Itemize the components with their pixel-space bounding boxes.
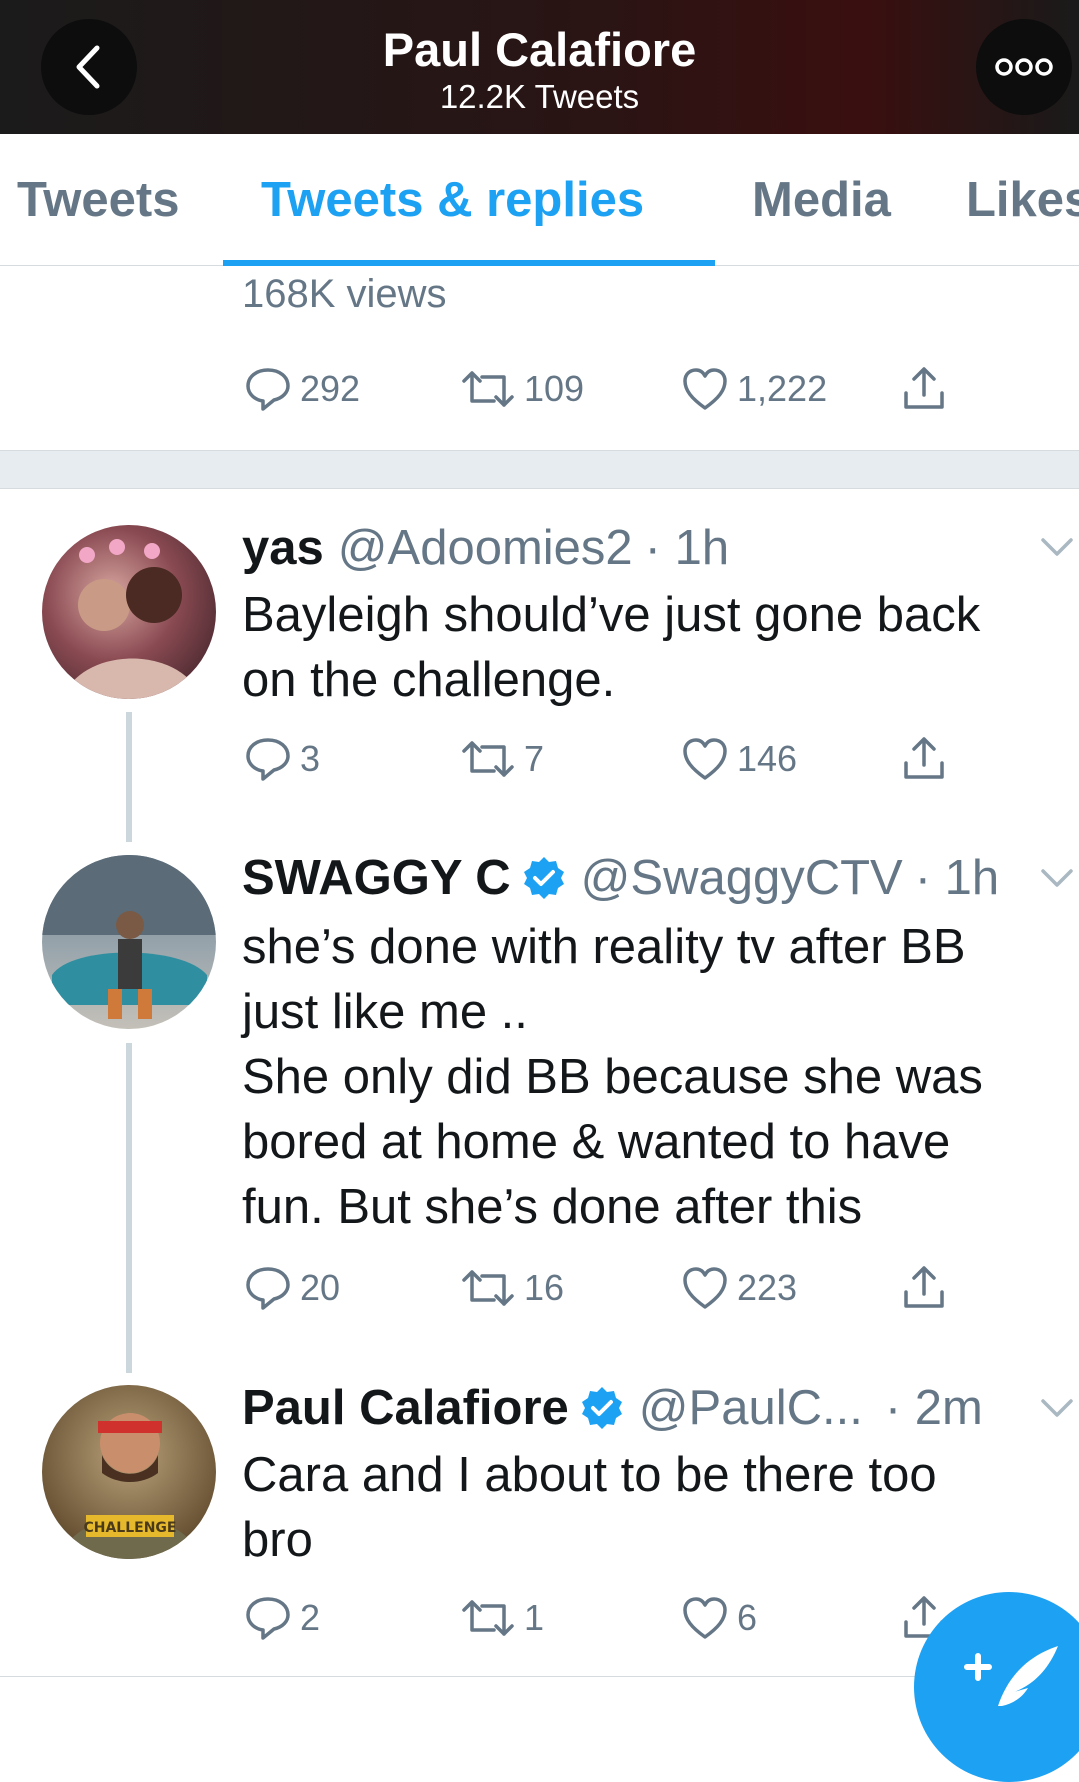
retweet-count: 7 bbox=[524, 738, 545, 779]
profile-photo-icon: CHALLENGE bbox=[62, 1413, 198, 1559]
author-name[interactable]: SWAGGY C bbox=[242, 850, 511, 906]
retweet-count: 16 bbox=[524, 1267, 565, 1308]
like-button[interactable]: 146 bbox=[681, 735, 797, 783]
heart-icon bbox=[683, 738, 727, 780]
tweet-text: Bayleigh should’ve just gone back on the… bbox=[242, 583, 1062, 713]
reply-button[interactable]: 292 bbox=[244, 365, 360, 413]
like-count: 1,222 bbox=[737, 368, 828, 409]
like-count: 6 bbox=[737, 1597, 758, 1638]
retweet-icon bbox=[462, 1600, 514, 1636]
heart-icon bbox=[683, 1267, 727, 1309]
tweet-line: She only did BB because she was bbox=[242, 1050, 983, 1104]
reply-count: 2 bbox=[300, 1597, 321, 1638]
tweet-header: SWAGGY C @SwaggyCTV · 1h bbox=[242, 850, 999, 906]
reply-button[interactable]: 2 bbox=[244, 1594, 320, 1642]
author-name[interactable]: yas bbox=[242, 520, 324, 576]
tweet-line: bored at home & wanted to have bbox=[242, 1115, 951, 1169]
tweet-time: · 1h bbox=[914, 851, 1000, 905]
chevron-down-icon[interactable] bbox=[1040, 1396, 1074, 1420]
tweet-header: yas @Adoomies2 · 1h bbox=[242, 520, 729, 576]
tab-media[interactable]: Media bbox=[752, 172, 891, 228]
view-count: 168K views bbox=[242, 272, 447, 316]
avatar[interactable]: CHALLENGE bbox=[42, 1385, 216, 1559]
reply-icon bbox=[246, 738, 290, 781]
tweet-line: bro bbox=[242, 1513, 313, 1567]
tweet-time: · 2m bbox=[884, 1381, 983, 1435]
retweet-icon bbox=[462, 741, 514, 777]
profile-name-title: Paul Calafiore bbox=[382, 23, 697, 76]
profile-header: Paul Calafiore 12.2K Tweets bbox=[0, 0, 1079, 134]
shirt-text: CHALLENGE bbox=[83, 1520, 176, 1536]
tab-likes[interactable]: Likes bbox=[966, 172, 1079, 228]
tweet-actions: 292 109 1,222 bbox=[0, 365, 1079, 425]
tweet-header: Paul Calafiore @PaulC... · 2m bbox=[242, 1380, 983, 1436]
tweet-time: · 1h bbox=[644, 521, 730, 575]
reply-button[interactable]: 3 bbox=[244, 735, 320, 783]
profile-tabs: Tweets Tweets & replies Media Likes bbox=[0, 134, 1079, 266]
share-button[interactable] bbox=[900, 1264, 948, 1312]
author-name[interactable]: Paul Calafiore bbox=[242, 1380, 569, 1436]
retweet-count: 109 bbox=[524, 368, 585, 409]
tweet-line: on the challenge. bbox=[242, 653, 616, 707]
author-handle[interactable]: @SwaggyCTV bbox=[581, 850, 903, 906]
tweet-actions: 3 7 146 bbox=[0, 735, 1079, 795]
profile-photo-icon bbox=[62, 539, 202, 699]
like-count: 146 bbox=[737, 738, 798, 779]
reply-icon bbox=[246, 1267, 290, 1310]
tweet-line: fun. But she’s done after this bbox=[242, 1180, 863, 1234]
tab-tweets-and-replies[interactable]: Tweets & replies bbox=[261, 172, 644, 228]
retweet-icon bbox=[462, 371, 514, 407]
like-button[interactable]: 6 bbox=[681, 1594, 757, 1642]
share-icon bbox=[904, 1266, 944, 1308]
verified-badge-icon bbox=[523, 857, 564, 899]
reply-button[interactable]: 20 bbox=[244, 1264, 340, 1312]
verified-badge-icon bbox=[581, 1387, 622, 1429]
section-divider bbox=[0, 450, 1079, 489]
retweet-icon bbox=[462, 1270, 514, 1306]
like-count: 223 bbox=[737, 1267, 798, 1308]
reply-icon bbox=[246, 1597, 290, 1640]
reply-icon bbox=[246, 368, 290, 411]
more-icon bbox=[995, 58, 1053, 76]
reply-count: 292 bbox=[300, 368, 361, 409]
tweet-count: 12.2K Tweets bbox=[439, 78, 640, 115]
more-button[interactable] bbox=[976, 19, 1072, 115]
retweet-button[interactable]: 1 bbox=[460, 1594, 544, 1642]
retweet-count: 1 bbox=[524, 1597, 545, 1638]
like-button[interactable]: 223 bbox=[681, 1264, 797, 1312]
reply-count: 20 bbox=[300, 1267, 341, 1308]
tweet-actions: 2 1 6 bbox=[0, 1594, 1079, 1654]
heart-icon bbox=[683, 1597, 727, 1639]
retweet-button[interactable]: 109 bbox=[460, 365, 584, 413]
avatar[interactable] bbox=[42, 525, 216, 699]
chevron-down-icon[interactable] bbox=[1040, 535, 1074, 559]
author-handle[interactable]: @PaulC... bbox=[639, 1380, 863, 1436]
tweet-line: Bayleigh should’ve just gone back bbox=[242, 588, 981, 642]
reply-count: 3 bbox=[300, 738, 321, 779]
tweet-line: just like me .. bbox=[242, 985, 528, 1039]
compose-feather-icon bbox=[964, 1646, 1058, 1706]
tweet-text: she’s done with reality tv after BB just… bbox=[242, 915, 1062, 1240]
active-tab-indicator bbox=[223, 260, 715, 266]
author-handle[interactable]: @Adoomies2 bbox=[338, 520, 633, 576]
heart-icon bbox=[683, 368, 727, 410]
tweet-line: Cara and I about to be there too bbox=[242, 1448, 937, 1502]
share-icon bbox=[904, 367, 944, 409]
like-button[interactable]: 1,222 bbox=[681, 365, 827, 413]
share-icon bbox=[904, 737, 944, 779]
chevron-down-icon[interactable] bbox=[1040, 866, 1074, 890]
tab-tweets[interactable]: Tweets bbox=[17, 172, 179, 228]
avatar[interactable] bbox=[42, 855, 216, 1029]
share-button[interactable] bbox=[900, 365, 948, 413]
retweet-button[interactable]: 7 bbox=[460, 735, 544, 783]
profile-photo-icon bbox=[42, 855, 216, 1019]
tweet-text: Cara and I about to be there too bro bbox=[242, 1443, 1062, 1573]
share-button[interactable] bbox=[900, 735, 948, 783]
tweet-actions: 20 16 223 bbox=[0, 1264, 1079, 1324]
tweet-line: she’s done with reality tv after BB bbox=[242, 920, 966, 974]
retweet-button[interactable]: 16 bbox=[460, 1264, 564, 1312]
